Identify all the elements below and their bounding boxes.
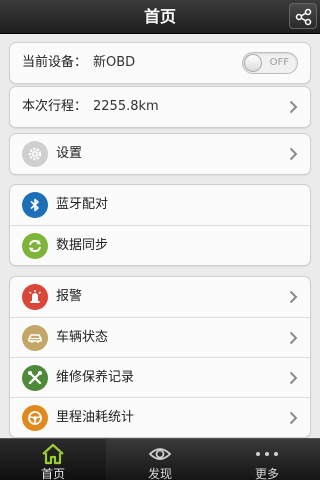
bluetooth-icon <box>22 192 48 218</box>
page-title: 首页 <box>143 7 176 26</box>
alarm-icon <box>22 284 48 310</box>
tools-icon <box>22 365 48 391</box>
share-button[interactable] <box>289 3 317 29</box>
trip-label-text: 本次行程： <box>22 99 88 114</box>
device-row: 当前设备： 新OBD OFF <box>10 43 310 83</box>
settings-label: 设置 <box>56 146 83 161</box>
menu-label: 里程油耗统计 <box>56 410 135 425</box>
eye-icon <box>148 448 172 460</box>
share-icon <box>295 8 312 26</box>
menu-row-alarm[interactable]: 报警 <box>10 277 310 317</box>
tab-label: 更多 <box>254 467 279 480</box>
sync-icon <box>22 233 48 259</box>
device-toggle[interactable]: OFF <box>242 52 298 74</box>
device-value: 新OBD <box>93 55 136 70</box>
trip-row[interactable]: 本次行程： 2255.8km <box>10 87 310 127</box>
menu-row-maintenance[interactable]: 维修保养记录 <box>10 357 310 397</box>
trip-label: 本次行程： 2255.8km <box>22 87 159 127</box>
car-icon <box>22 325 48 351</box>
trip-value: 2255.8km <box>93 99 159 114</box>
title-bar: 首页 <box>0 0 320 34</box>
device-card: 当前设备： 新OBD OFF <box>9 42 311 84</box>
toggle-state-label: OFF <box>269 57 289 68</box>
menu-label: 车辆状态 <box>56 330 109 345</box>
gear-icon <box>22 141 48 167</box>
chevron-right-icon <box>289 100 298 114</box>
trip-card[interactable]: 本次行程： 2255.8km <box>9 86 311 128</box>
home-icon <box>42 443 64 465</box>
menu-label: 数据同步 <box>56 238 109 253</box>
settings-row[interactable]: 设置 <box>10 134 310 174</box>
steering-wheel-icon <box>22 405 48 431</box>
main-content: 当前设备： 新OBD OFF 本次行程： 2255.8km 设置 蓝牙配对 数据… <box>0 34 320 438</box>
chevron-right-icon <box>289 147 298 161</box>
connect-card: 蓝牙配对 数据同步 <box>9 184 311 266</box>
chevron-right-icon <box>289 290 298 304</box>
tab-home[interactable]: 首页 <box>0 439 106 480</box>
menu-row-mileage[interactable]: 里程油耗统计 <box>10 397 310 437</box>
tab-bar: 首页 发现 更多 <box>0 438 320 480</box>
device-label: 当前设备： 新OBD <box>22 43 135 83</box>
menu-label: 维修保养记录 <box>56 370 135 385</box>
tab-label: 首页 <box>40 467 65 480</box>
chevron-right-icon <box>289 371 298 385</box>
menu-row-sync[interactable]: 数据同步 <box>10 225 310 265</box>
device-label-text: 当前设备： <box>22 55 88 70</box>
menu-label: 蓝牙配对 <box>56 197 109 212</box>
tab-more[interactable]: 更多 <box>214 439 320 480</box>
menu-row-car-status[interactable]: 车辆状态 <box>10 317 310 357</box>
tab-discover[interactable]: 发现 <box>107 439 213 480</box>
tab-label: 发现 <box>147 467 172 480</box>
toggle-knob <box>244 54 262 72</box>
more-dots-icon <box>256 452 278 456</box>
feature-card: 报警 车辆状态 维修保养记录 里程油耗统计 <box>9 276 311 438</box>
chevron-right-icon <box>289 331 298 345</box>
menu-row-bluetooth[interactable]: 蓝牙配对 <box>10 185 310 225</box>
menu-label: 报警 <box>56 289 83 304</box>
chevron-right-icon <box>289 411 298 425</box>
settings-card[interactable]: 设置 <box>9 133 311 175</box>
